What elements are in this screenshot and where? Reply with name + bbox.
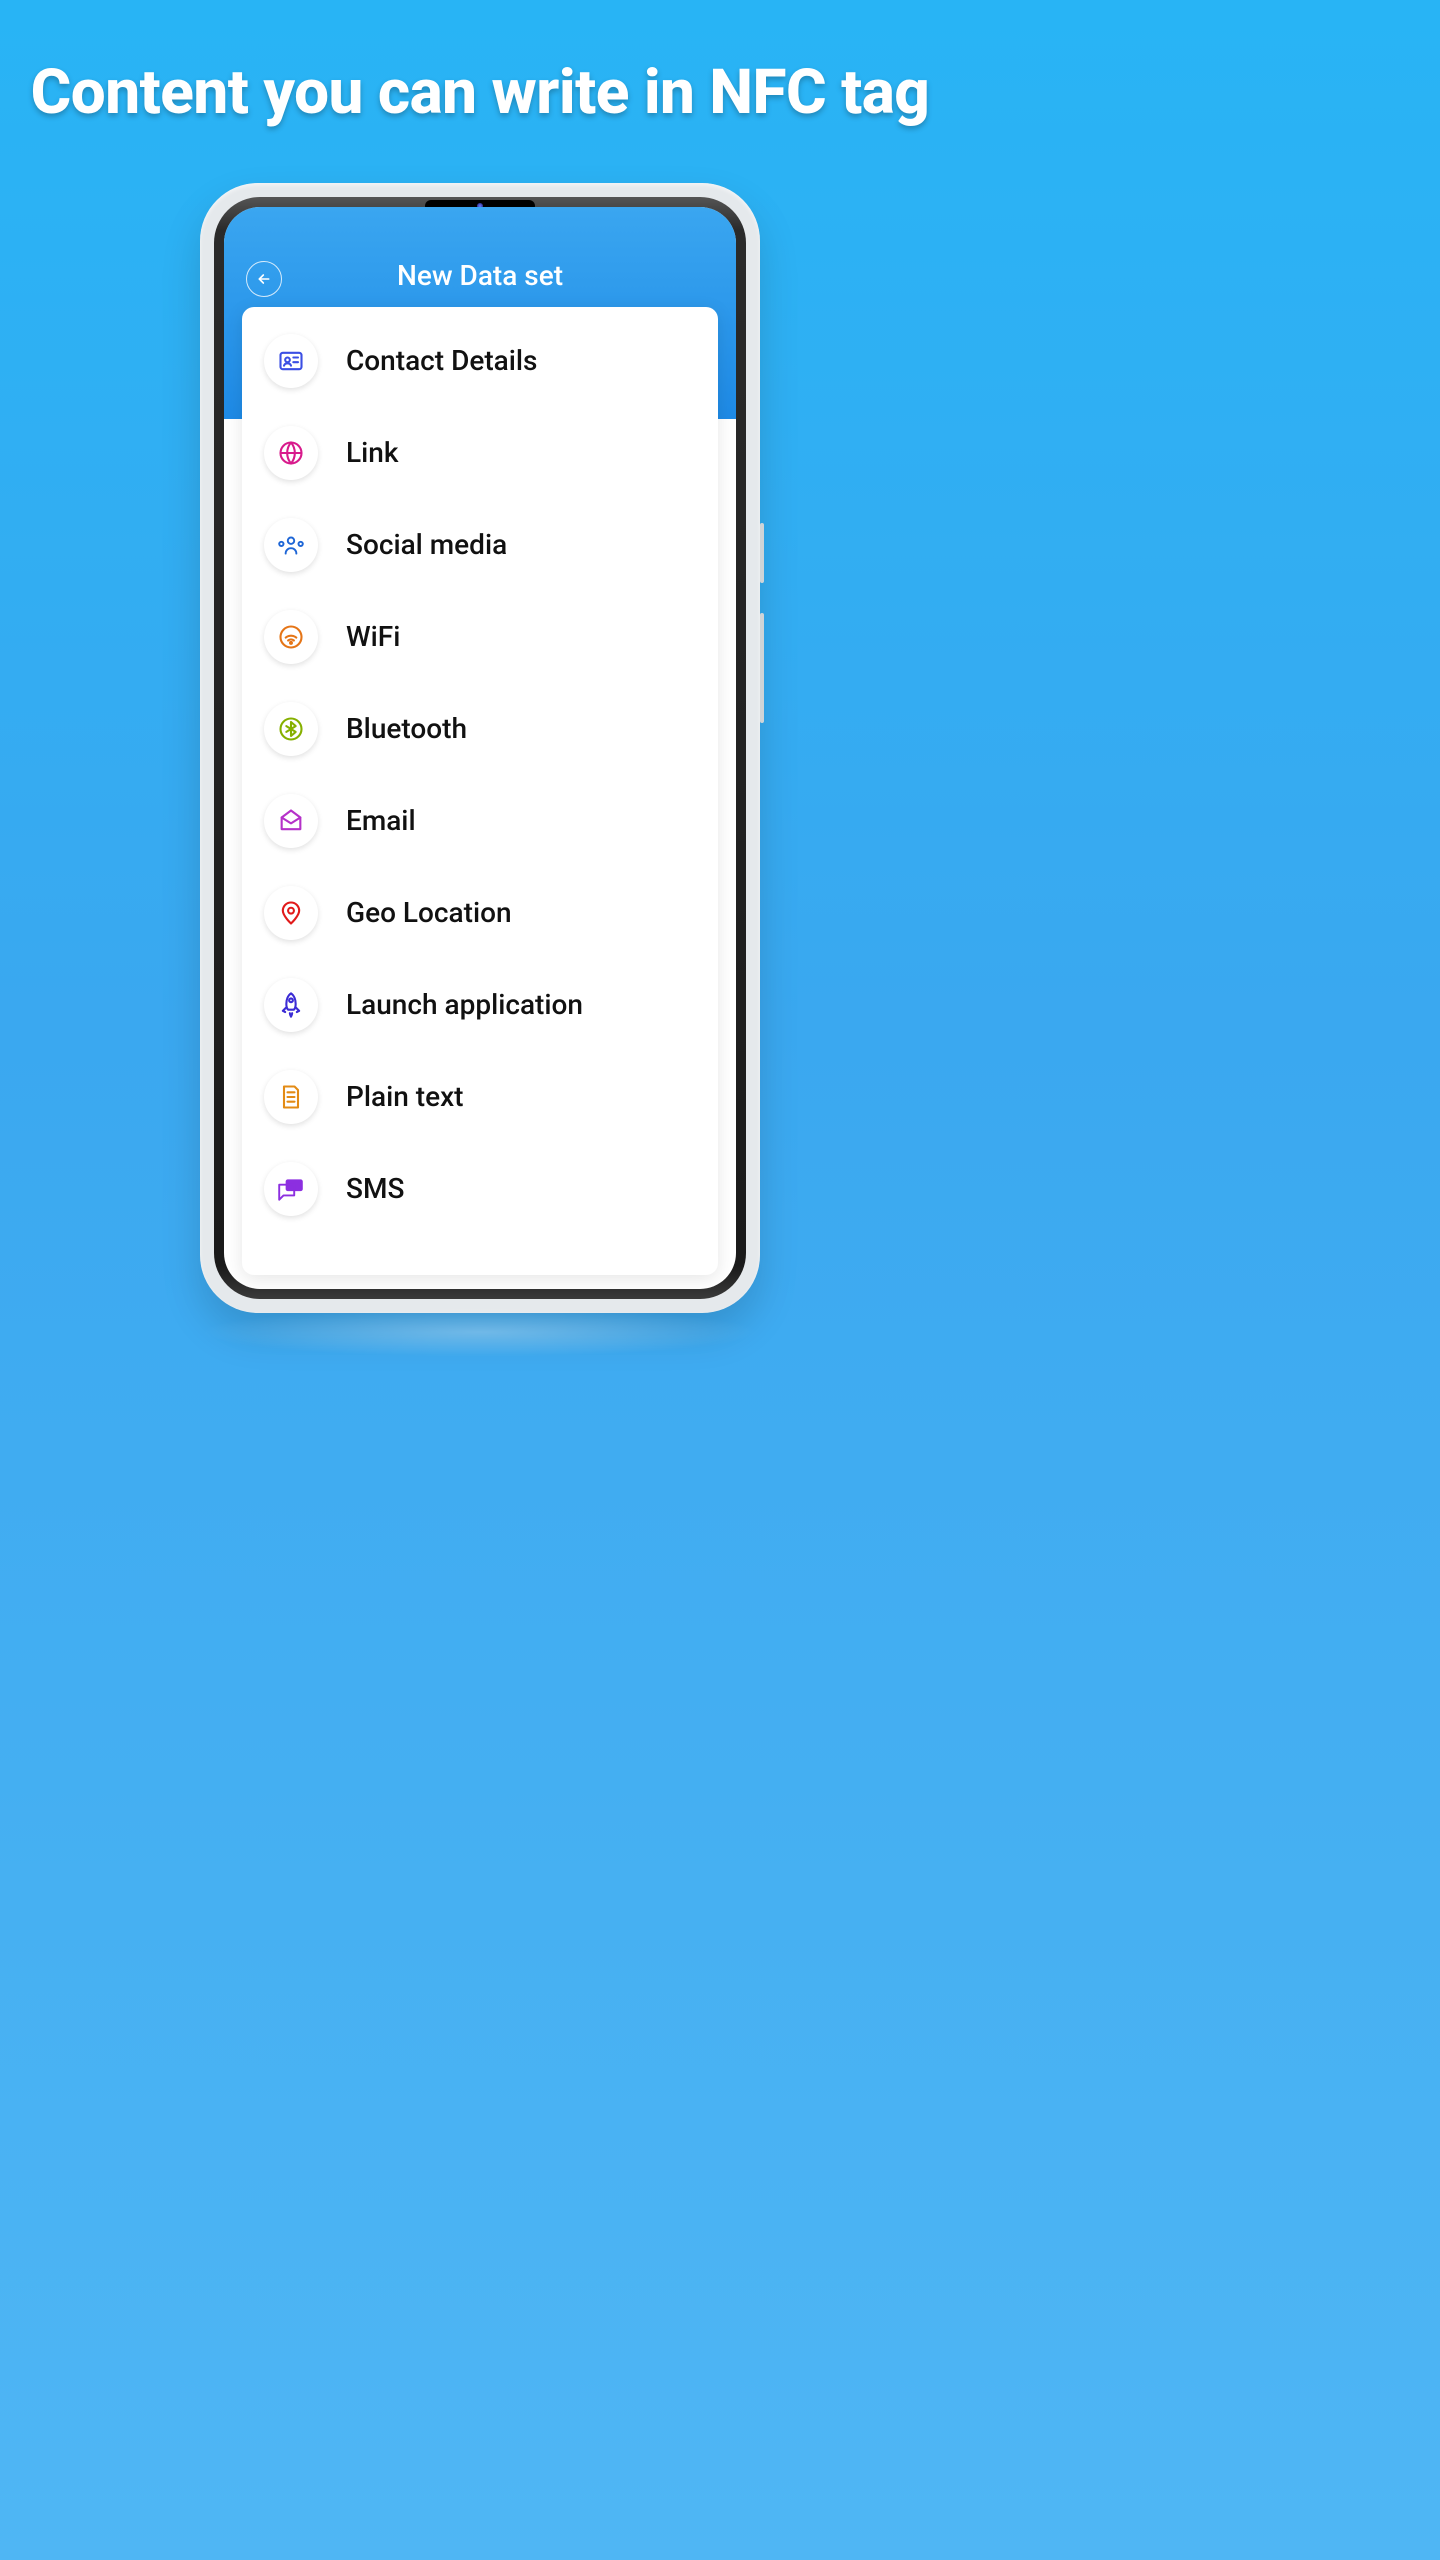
menu-item-label: Bluetooth	[346, 712, 467, 745]
menu-item-label: Link	[346, 436, 398, 469]
menu-item-geo-location[interactable]: Geo Location	[256, 867, 704, 959]
menu-item-label: SMS	[346, 1172, 404, 1205]
menu-item-link[interactable]: Link	[256, 407, 704, 499]
rocket-icon	[264, 978, 318, 1032]
phone-side-button	[760, 613, 764, 723]
back-button[interactable]	[246, 261, 282, 297]
pin-icon	[264, 886, 318, 940]
menu-item-label: Email	[346, 804, 416, 837]
menu-item-contact-details[interactable]: Contact Details	[256, 315, 704, 407]
menu-item-email[interactable]: Email	[256, 775, 704, 867]
phone-reflection	[200, 1307, 760, 1357]
menu-item-label: Geo Location	[346, 896, 512, 929]
menu-item-label: Launch application	[346, 988, 583, 1021]
menu-item-plain-text[interactable]: Plain text	[256, 1051, 704, 1143]
phone-side-button	[760, 523, 764, 583]
menu-card: Contact Details Link	[242, 307, 718, 1275]
menu-item-label: Contact Details	[346, 344, 537, 377]
arrow-left-icon	[256, 271, 272, 287]
chat-icon	[264, 1162, 318, 1216]
menu-item-wifi[interactable]: WiFi	[256, 591, 704, 683]
menu-item-label: Plain text	[346, 1080, 464, 1113]
phone-screen: New Data set Contact Details	[224, 207, 736, 1289]
page-title: New Data set	[397, 259, 563, 292]
contact-card-icon	[264, 334, 318, 388]
phone-bezel: New Data set Contact Details	[214, 197, 746, 1299]
menu-item-launch-application[interactable]: Launch application	[256, 959, 704, 1051]
headline: Content you can write in NFC tag	[1, 60, 960, 127]
menu-item-social-media[interactable]: Social media	[256, 499, 704, 591]
globe-icon	[264, 426, 318, 480]
menu-item-label: WiFi	[346, 620, 400, 653]
social-icon	[264, 518, 318, 572]
menu-item-bluetooth[interactable]: Bluetooth	[256, 683, 704, 775]
phone-frame: New Data set Contact Details	[200, 183, 760, 1313]
mail-icon	[264, 794, 318, 848]
menu-item-label: Social media	[346, 528, 507, 561]
document-icon	[264, 1070, 318, 1124]
wifi-icon	[264, 610, 318, 664]
menu-item-sms[interactable]: SMS	[256, 1143, 704, 1235]
bluetooth-icon	[264, 702, 318, 756]
